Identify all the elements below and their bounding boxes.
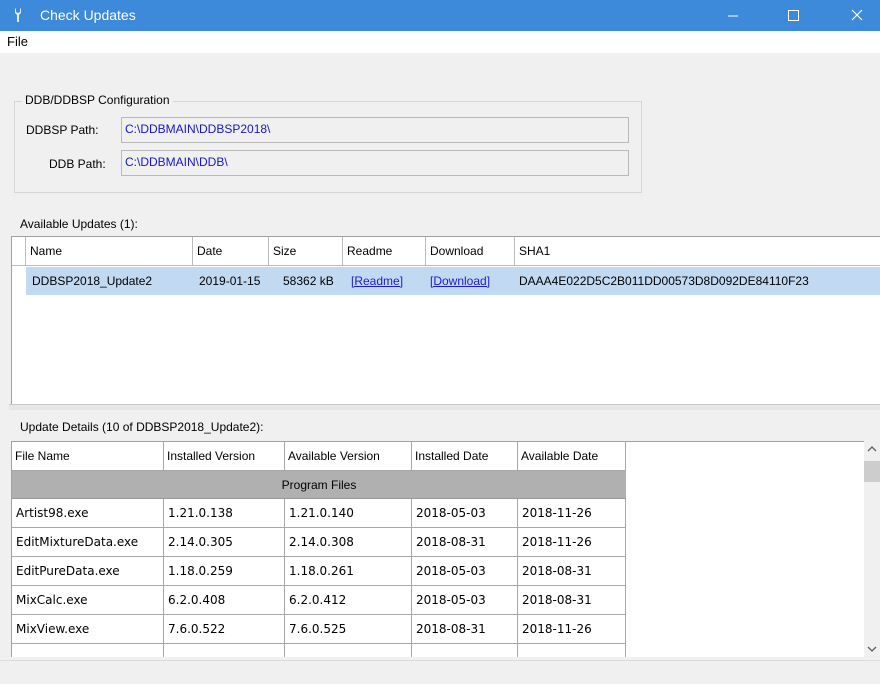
- configuration-group-title: DDB/DDBSP Configuration: [22, 93, 173, 107]
- scroll-up-icon[interactable]: [864, 441, 880, 458]
- detail-cell-available-date[interactable]: 2018-11-26: [518, 615, 626, 644]
- scrollbar-thumb[interactable]: [864, 461, 880, 482]
- check-updates-window: Check Updates File DDB/DDBSP Configurati…: [0, 0, 880, 684]
- detail-cell-installed-date[interactable]: 2018-08-31: [412, 615, 518, 644]
- update-date: 2019-01-15: [199, 274, 261, 288]
- detail-cell-installed-date[interactable]: 2018-05-03: [412, 499, 518, 528]
- maximize-icon[interactable]: [770, 0, 816, 31]
- readme-link[interactable]: [Readme]: [351, 274, 403, 288]
- column-header-sha1[interactable]: SHA1: [515, 237, 880, 266]
- detail-cell-partial: [412, 644, 518, 657]
- detail-cell-file-name[interactable]: EditPureData.exe: [12, 557, 164, 586]
- detail-cell-available-version[interactable]: 1.21.0.140: [285, 499, 412, 528]
- column-header-name[interactable]: Name: [26, 237, 193, 266]
- detail-cell-available-version[interactable]: 6.2.0.412: [285, 586, 412, 615]
- detail-cell-available-date[interactable]: 2018-11-26: [518, 499, 626, 528]
- ddbsp-path-label: DDBSP Path:: [26, 123, 99, 137]
- update-name: DDBSP2018_Update2: [32, 274, 153, 288]
- available-updates-label: Available Updates (1):: [20, 217, 138, 231]
- column-header-available-version[interactable]: Available Version: [285, 442, 412, 471]
- ddb-path-field[interactable]: C:\DDBMAIN\DDB\: [121, 150, 629, 176]
- detail-cell-available-date[interactable]: 2018-11-26: [518, 528, 626, 557]
- column-header-size[interactable]: Size: [269, 237, 343, 266]
- detail-cell-available-date[interactable]: 2018-08-31: [518, 586, 626, 615]
- column-header-download[interactable]: Download: [426, 237, 515, 266]
- column-header-file-name[interactable]: File Name: [12, 442, 164, 471]
- detail-cell-partial: [518, 644, 626, 657]
- detail-cell-file-name[interactable]: Artist98.exe: [12, 499, 164, 528]
- title-bar: Check Updates: [0, 0, 880, 31]
- minimize-icon[interactable]: [710, 0, 756, 31]
- detail-cell-file-name[interactable]: EditMixtureData.exe: [12, 528, 164, 557]
- detail-cell-available-version[interactable]: 7.6.0.525: [285, 615, 412, 644]
- close-icon[interactable]: [834, 0, 880, 31]
- detail-cell-installed-date[interactable]: 2018-05-03: [412, 586, 518, 615]
- wrench-icon: [15, 8, 21, 22]
- detail-cell-partial: [164, 644, 285, 657]
- detail-cell-installed-date[interactable]: 2018-08-31: [412, 528, 518, 557]
- column-header-available-date[interactable]: Available Date: [518, 442, 626, 471]
- detail-cell-file-name[interactable]: MixView.exe: [12, 615, 164, 644]
- ddb-path-label: DDB Path:: [49, 157, 106, 171]
- detail-cell-partial: [285, 644, 412, 657]
- detail-cell-available-date[interactable]: 2018-08-31: [518, 557, 626, 586]
- ddbsp-path-field[interactable]: C:\DDBMAIN\DDBSP2018\: [121, 117, 629, 143]
- window-title: Check Updates: [40, 7, 136, 23]
- menu-file[interactable]: File: [7, 34, 28, 49]
- update-sha1: DAAA4E022D5C2B011DD00573D8D092DE84110F23: [519, 274, 809, 288]
- scroll-down-icon[interactable]: [864, 640, 880, 657]
- row-header-cell: [12, 237, 26, 266]
- detail-cell-available-version[interactable]: 2.14.0.308: [285, 528, 412, 557]
- column-header-date[interactable]: Date: [193, 237, 269, 266]
- detail-cell-installed-version[interactable]: 7.6.0.522: [164, 615, 285, 644]
- detail-cell-installed-version[interactable]: 6.2.0.408: [164, 586, 285, 615]
- detail-cell-available-version[interactable]: 1.18.0.261: [285, 557, 412, 586]
- detail-cell-installed-version[interactable]: 1.18.0.259: [164, 557, 285, 586]
- update-details-label: Update Details (10 of DDBSP2018_Update2)…: [20, 420, 264, 434]
- menu-bar: File: [0, 31, 880, 53]
- detail-cell-file-name[interactable]: MixCalc.exe: [12, 586, 164, 615]
- column-header-installed-version[interactable]: Installed Version: [164, 442, 285, 471]
- column-header-installed-date[interactable]: Installed Date: [412, 442, 518, 471]
- detail-cell-installed-date[interactable]: 2018-05-03: [412, 557, 518, 586]
- updates-list: Name Date Size Readme Download SHA1 DDBS…: [11, 236, 880, 404]
- group-row-program-files: Program Files: [12, 471, 626, 499]
- configuration-group: [14, 101, 642, 193]
- status-bar: [0, 660, 880, 684]
- detail-cell-installed-version[interactable]: 2.14.0.305: [164, 528, 285, 557]
- column-header-readme[interactable]: Readme: [343, 237, 426, 266]
- panel-splitter[interactable]: [9, 404, 880, 410]
- update-details-grid: File Name Installed Version Available Ve…: [11, 441, 880, 657]
- detail-cell-partial: [12, 644, 164, 657]
- detail-cell-installed-version[interactable]: 1.21.0.138: [164, 499, 285, 528]
- update-row[interactable]: DDBSP2018_Update2 2019-01-15 58362 kB [R…: [26, 267, 880, 295]
- update-size: 58362 kB: [283, 274, 334, 288]
- download-link[interactable]: [Download]: [430, 274, 490, 288]
